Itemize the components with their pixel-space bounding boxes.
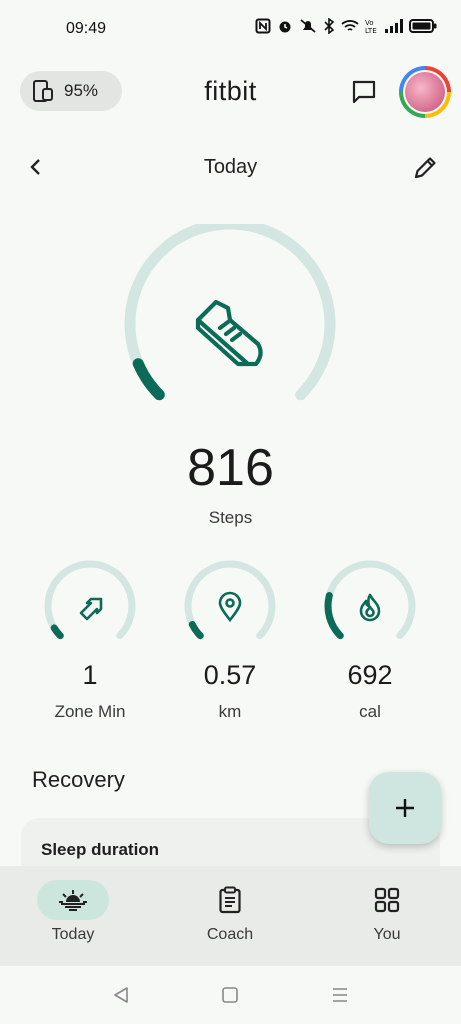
status-icons: Vo LTE bbox=[255, 18, 437, 34]
metric-ring-progress bbox=[188, 620, 204, 640]
chat-icon bbox=[352, 80, 376, 104]
volte-icon: VoLTE bbox=[365, 19, 377, 34]
distance-metric[interactable]: 0.57 km bbox=[180, 558, 280, 721]
steps-value: 816 bbox=[187, 439, 274, 497]
sunrise-icon bbox=[59, 890, 87, 911]
pencil-icon bbox=[414, 157, 436, 179]
signal-icon bbox=[385, 19, 403, 33]
nav-label-you: You bbox=[373, 926, 401, 943]
steps-ring[interactable] bbox=[120, 218, 340, 449]
nfc-icon bbox=[255, 18, 271, 34]
system-menu-button[interactable] bbox=[327, 984, 353, 1006]
alarm-icon bbox=[279, 21, 291, 33]
metric-ring-track bbox=[324, 560, 416, 640]
zone-min-label: Zone Min bbox=[54, 702, 126, 721]
fitbit-logo: fitbit bbox=[204, 76, 257, 106]
zone-min-metric[interactable]: 1 Zone Min bbox=[40, 558, 140, 721]
triangle-back-icon bbox=[114, 987, 128, 1003]
metric-ring-progress bbox=[50, 624, 64, 640]
shoe-icon bbox=[195, 299, 263, 367]
status-time: 09:49 bbox=[66, 20, 107, 37]
square-home-icon bbox=[222, 987, 238, 1003]
zone-min-value: 1 bbox=[82, 660, 98, 690]
avatar[interactable] bbox=[399, 66, 451, 118]
metric-ring-progress bbox=[324, 592, 344, 640]
plus-icon bbox=[396, 799, 414, 817]
zone-arrows-icon bbox=[79, 597, 103, 621]
mute-icon bbox=[300, 19, 316, 33]
distance-label: km bbox=[218, 702, 242, 721]
system-back-button[interactable] bbox=[108, 984, 134, 1006]
steps-label: Steps bbox=[208, 508, 253, 527]
distance-value: 0.57 bbox=[203, 660, 257, 690]
svg-text:Vo: Vo bbox=[365, 19, 374, 27]
sleep-duration-title: Sleep duration bbox=[41, 840, 160, 859]
calories-value: 692 bbox=[347, 660, 393, 690]
bottom-navigation: Today Coach You bbox=[0, 866, 461, 966]
calories-metric[interactable]: 692 cal bbox=[320, 558, 420, 721]
day-title: Today bbox=[203, 156, 258, 178]
menu-lines-icon bbox=[333, 988, 347, 1002]
nav-tab-coach[interactable]: Coach bbox=[175, 880, 285, 944]
recovery-heading: Recovery bbox=[32, 767, 125, 792]
nav-tab-today[interactable]: Today bbox=[18, 880, 128, 944]
edit-button[interactable] bbox=[410, 153, 440, 183]
wifi-icon bbox=[341, 20, 359, 31]
svg-text:LTE: LTE bbox=[365, 27, 377, 34]
steps-ring-progress bbox=[132, 358, 165, 401]
grid-icon bbox=[374, 887, 400, 913]
flame-icon bbox=[359, 593, 381, 622]
add-button[interactable] bbox=[369, 772, 441, 844]
location-pin-icon bbox=[218, 591, 242, 623]
calories-label: cal bbox=[359, 702, 381, 721]
nav-label-coach: Coach bbox=[206, 926, 254, 943]
nav-label-today: Today bbox=[51, 926, 95, 943]
profile-photo bbox=[405, 72, 445, 112]
bluetooth-icon bbox=[324, 18, 335, 34]
system-navigation bbox=[0, 966, 461, 1024]
nav-tab-you[interactable]: You bbox=[332, 880, 442, 944]
clipboard-icon bbox=[219, 886, 241, 914]
system-home-button[interactable] bbox=[217, 984, 243, 1006]
messages-button[interactable] bbox=[346, 74, 382, 110]
battery-status-icon bbox=[409, 19, 437, 33]
